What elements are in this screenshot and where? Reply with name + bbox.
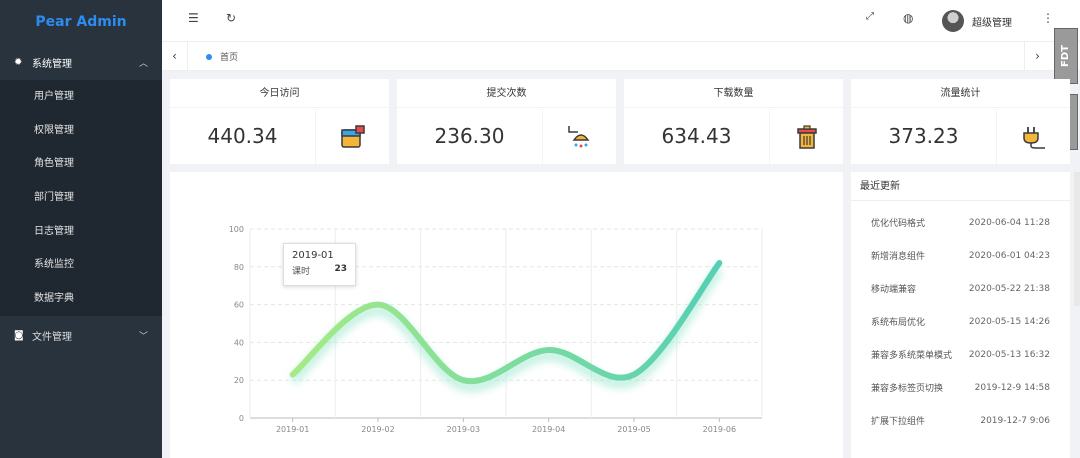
gear-icon: ✹ xyxy=(14,56,23,68)
avatar xyxy=(942,10,964,32)
user-name: 超级管理 xyxy=(972,17,1012,29)
update-text: 兼容多系统菜单模式 xyxy=(871,351,953,361)
scrollbar[interactable] xyxy=(1074,172,1080,306)
update-time: 2020-06-04 11:28 xyxy=(968,217,1050,228)
update-time: 2019-12-9 14:58 xyxy=(974,382,1050,393)
tooltip-title: 2019-01 xyxy=(292,250,334,261)
tab-scroll-left-button[interactable]: ‹ xyxy=(162,42,188,71)
y-tick-label: 100 xyxy=(229,225,244,234)
tab-scroll-right-button[interactable]: › xyxy=(1024,42,1050,71)
menu-group-label: 系统管理 xyxy=(32,58,72,70)
chart-panel: 0 20 40 60 80 100 2019-01 2019-02 2019-03 2019-04… xyxy=(170,172,843,458)
sidebar-item-dictionary[interactable]: 数据字典 xyxy=(0,282,162,316)
side-badge[interactable]: FDT xyxy=(1054,28,1078,84)
update-text: 系统布局优化 xyxy=(871,318,926,328)
submenu-system: 用户管理 权限管理 角色管理 部门管理 日志管理 系统监控 数据字典 xyxy=(0,80,162,316)
sidebar-item-monitor[interactable]: 系统监控 xyxy=(0,248,162,282)
stat-value: 236.30 xyxy=(434,124,505,148)
stat-value: 634.43 xyxy=(661,124,732,148)
tab-home[interactable]: 首页 xyxy=(206,50,238,63)
stat-card-submissions: 提交次数 236.30 xyxy=(397,79,616,164)
list-item[interactable]: 优化代码格式 2020-06-04 11:28 xyxy=(851,206,1070,239)
stat-value: 440.34 xyxy=(207,124,278,148)
stat-value: 373.23 xyxy=(888,124,959,148)
active-dot xyxy=(206,53,212,60)
stat-card-downloads: 下载数量 634.43 xyxy=(624,79,843,164)
sidebar-item-logs[interactable]: 日志管理 xyxy=(0,215,162,249)
tooltip-row: 课时 23 xyxy=(292,264,347,277)
y-tick-label: 0 xyxy=(239,414,244,423)
recent-updates-panel: 最近更新 优化代码格式 2020-06-04 11:28 新增消息组件 2020-0… xyxy=(851,172,1070,458)
line-chart: 0 20 40 60 80 100 2019-01 2019-02 2019-03 2019-04… xyxy=(229,225,763,434)
x-tick-label: 2019-02 xyxy=(361,425,394,434)
sidebar-item-permissions[interactable]: 权限管理 xyxy=(0,114,162,148)
list-item[interactable]: 兼容多标签页切换 2019-12-9 14:58 xyxy=(851,371,1070,404)
y-tick-label: 20 xyxy=(234,376,244,385)
user-menu[interactable]: 超级管理 xyxy=(942,10,1012,32)
list-item[interactable]: 扩展下拉组件 2019-12-7 9:06 xyxy=(851,404,1070,437)
update-time: 2020-05-15 14:26 xyxy=(968,316,1050,327)
tooltip-value: 23 xyxy=(334,264,347,274)
update-time: 2020-06-01 04:23 xyxy=(968,250,1050,261)
y-tick-label: 60 xyxy=(234,301,244,310)
tab-label: 首页 xyxy=(220,53,239,63)
stat-title: 今日访问 xyxy=(170,79,389,108)
y-tick-label: 80 xyxy=(234,263,244,272)
tab-bar: ‹ 首页 › xyxy=(162,42,1080,71)
stat-title: 下载数量 xyxy=(624,79,843,108)
stat-card-visits: 今日访问 440.34 xyxy=(170,79,389,164)
chevron-down-icon: ﹀ xyxy=(138,332,148,343)
fullscreen-icon[interactable]: ⤢ xyxy=(866,11,874,22)
paint-bucket-icon xyxy=(315,109,389,164)
list-item[interactable]: 移动端兼容 2020-05-22 21:38 xyxy=(851,272,1070,305)
trash-can-icon xyxy=(769,109,843,164)
update-time: 2020-05-22 21:38 xyxy=(968,283,1050,294)
stat-title: 提交次数 xyxy=(397,79,616,108)
x-tick-label: 2019-04 xyxy=(532,425,565,434)
update-list: 优化代码格式 2020-06-04 11:28 新增消息组件 2020-06-01 … xyxy=(851,201,1070,437)
menu-group-system[interactable]: ✹ 系统管理 ︿ xyxy=(0,44,162,80)
update-text: 移动端兼容 xyxy=(871,285,917,295)
menu-group-label: 文件管理 xyxy=(32,332,72,344)
refresh-icon[interactable]: ↻ xyxy=(226,11,236,25)
app-logo[interactable]: Pear Admin xyxy=(0,0,162,44)
chart-tooltip: 2019-01 课时 23 xyxy=(283,243,356,286)
stat-card-traffic: 流量统计 373.23 xyxy=(851,79,1070,164)
update-text: 扩展下拉组件 xyxy=(871,417,926,427)
update-time: 2020-05-13 16:32 xyxy=(968,349,1050,360)
tooltip-label: 课时 xyxy=(292,267,311,277)
sidebar-item-departments[interactable]: 部门管理 xyxy=(0,181,162,215)
x-tick-label: 2019-01 xyxy=(276,425,309,434)
list-item[interactable]: 新增消息组件 2020-06-01 04:23 xyxy=(851,239,1070,272)
sidebar-item-users[interactable]: 用户管理 xyxy=(0,80,162,114)
update-text: 兼容多标签页切换 xyxy=(871,384,944,394)
list-item[interactable]: 系统布局优化 2020-05-15 14:26 xyxy=(851,305,1070,338)
x-tick-label: 2019-06 xyxy=(703,425,736,434)
y-tick-label: 40 xyxy=(234,338,244,347)
more-icon[interactable]: ⋮ xyxy=(1042,11,1054,25)
panel-title: 最近更新 xyxy=(851,172,1070,201)
globe-icon[interactable]: ◍ xyxy=(903,11,913,25)
stat-title: 流量统计 xyxy=(851,79,1070,108)
sidebar-item-roles[interactable]: 角色管理 xyxy=(0,147,162,181)
list-item[interactable]: 兼容多系统菜单模式 2020-05-13 16:32 xyxy=(851,338,1070,371)
chevron-up-icon: ︿ xyxy=(138,58,148,69)
update-text: 优化代码格式 xyxy=(871,219,926,229)
x-tick-label: 2019-03 xyxy=(447,425,480,434)
top-header: ☰ ↻ ⤢ ◍ 超级管理 ⋮ xyxy=(162,0,1080,42)
update-time: 2019-12-7 9:06 xyxy=(980,415,1050,426)
camera-icon: ◙ xyxy=(14,330,24,342)
update-text: 新增消息组件 xyxy=(871,252,926,262)
x-tick-label: 2019-05 xyxy=(617,425,650,434)
menu-fold-icon[interactable]: ☰ xyxy=(188,11,199,25)
shower-icon xyxy=(542,109,616,164)
sidebar: Pear Admin ✹ 系统管理 ︿ 用户管理 权限管理 角色管理 部门管理 … xyxy=(0,0,162,458)
plug-icon xyxy=(996,109,1070,164)
menu-group-files[interactable]: ◙ 文件管理 ﹀ xyxy=(0,318,162,354)
